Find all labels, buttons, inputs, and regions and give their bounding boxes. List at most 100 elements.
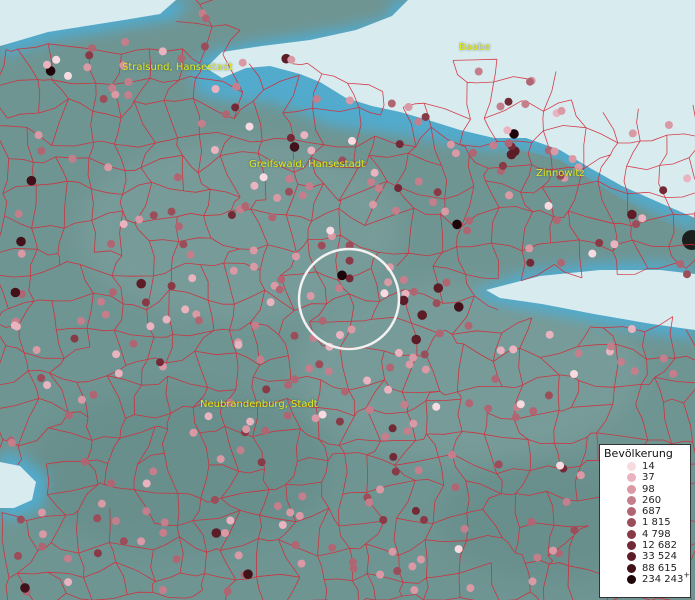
population-dot[interactable] <box>568 155 577 163</box>
population-dot[interactable] <box>142 507 151 516</box>
population-dot[interactable] <box>326 226 335 235</box>
population-dot[interactable] <box>16 515 25 524</box>
population-dot[interactable] <box>395 140 404 149</box>
population-dot[interactable] <box>181 305 190 314</box>
population-dot[interactable] <box>433 188 442 197</box>
population-dot[interactable] <box>227 211 236 219</box>
population-dot[interactable] <box>285 174 294 183</box>
population-dot[interactable] <box>311 414 320 423</box>
population-dot[interactable] <box>222 110 231 119</box>
population-dot[interactable] <box>119 537 128 546</box>
population-dot[interactable] <box>417 310 428 320</box>
population-dot[interactable] <box>111 517 120 525</box>
population-dot[interactable] <box>20 583 30 593</box>
population-dot[interactable] <box>68 154 77 163</box>
population-dot[interactable] <box>312 95 321 103</box>
population-dot[interactable] <box>324 367 333 376</box>
population-dot[interactable] <box>43 381 52 390</box>
population-dot[interactable] <box>167 207 176 216</box>
population-dot[interactable] <box>149 467 158 476</box>
population-dot[interactable] <box>389 452 398 461</box>
population-dot[interactable] <box>285 187 293 196</box>
population-dot[interactable] <box>101 310 110 319</box>
population-dot[interactable] <box>251 321 260 330</box>
population-dot[interactable] <box>318 316 327 325</box>
population-dot[interactable] <box>386 363 395 372</box>
population-dot[interactable] <box>298 492 307 501</box>
population-dot[interactable] <box>588 249 597 258</box>
population-dot[interactable] <box>38 508 46 517</box>
population-dot[interactable] <box>10 287 21 298</box>
population-dot[interactable] <box>261 426 270 435</box>
population-dot[interactable] <box>516 400 525 409</box>
population-dot[interactable] <box>291 541 300 550</box>
population-dot[interactable] <box>545 330 554 339</box>
population-dot[interactable] <box>552 216 561 225</box>
population-dot[interactable] <box>349 564 358 573</box>
population-dot[interactable] <box>441 207 450 216</box>
population-dot[interactable] <box>137 537 146 546</box>
population-dot[interactable] <box>448 450 456 459</box>
population-dot[interactable] <box>411 334 422 345</box>
population-dot[interactable] <box>315 360 324 369</box>
population-dot[interactable] <box>628 129 637 138</box>
population-dot[interactable] <box>159 528 168 537</box>
population-dot[interactable] <box>317 241 326 250</box>
population-dot[interactable] <box>442 278 451 287</box>
population-dot[interactable] <box>273 193 282 202</box>
population-dot[interactable] <box>256 355 265 364</box>
population-dot[interactable] <box>557 106 566 115</box>
population-dot[interactable] <box>87 44 96 53</box>
population-dot[interactable] <box>474 67 483 76</box>
place-label-stralsund[interactable]: Stralsund, Hansestadt <box>122 62 233 73</box>
population-dot[interactable] <box>236 446 245 455</box>
population-dot[interactable] <box>410 586 419 595</box>
population-dot[interactable] <box>398 295 409 306</box>
population-dot[interactable] <box>243 569 253 579</box>
population-dot[interactable] <box>533 553 542 562</box>
population-dot[interactable] <box>550 147 559 156</box>
population-dot[interactable] <box>452 219 462 230</box>
population-dot[interactable] <box>278 521 287 529</box>
population-dot[interactable] <box>348 136 356 145</box>
population-dot[interactable] <box>446 140 455 149</box>
population-dot[interactable] <box>112 350 121 359</box>
population-dot[interactable] <box>420 515 428 524</box>
population-dot[interactable] <box>617 357 625 366</box>
population-dot[interactable] <box>505 191 514 200</box>
place-label-baabe[interactable]: Baabe <box>459 42 491 53</box>
population-dot[interactable] <box>374 184 383 193</box>
place-label-greifswald[interactable]: Greifswald, Hansestadt <box>249 159 365 170</box>
population-dot[interactable] <box>63 554 72 563</box>
population-dot[interactable] <box>124 77 133 86</box>
population-dot[interactable] <box>464 321 473 330</box>
population-dot[interactable] <box>393 567 402 575</box>
map-view[interactable]: Stralsund, Hansestadt Baabe Greifswald, … <box>0 0 695 600</box>
population-dot[interactable] <box>211 85 220 93</box>
population-dot[interactable] <box>632 220 640 229</box>
place-label-neubrandenburg[interactable]: Neubrandenburg, Stadt <box>200 399 318 410</box>
population-dot[interactable] <box>556 461 565 470</box>
population-dot[interactable] <box>26 175 37 186</box>
population-dot[interactable] <box>216 455 225 464</box>
population-dot[interactable] <box>64 411 73 420</box>
population-dot[interactable] <box>460 524 469 533</box>
population-dot[interactable] <box>141 298 150 307</box>
population-dot[interactable] <box>77 316 85 325</box>
population-dot[interactable] <box>250 181 259 190</box>
population-dot[interactable] <box>498 161 507 170</box>
population-dot[interactable] <box>521 100 530 109</box>
population-dot[interactable] <box>305 182 314 191</box>
population-dot[interactable] <box>284 380 293 389</box>
population-dot[interactable] <box>504 139 513 148</box>
population-dot[interactable] <box>298 191 307 200</box>
population-dot[interactable] <box>290 375 299 384</box>
population-dot[interactable] <box>414 177 423 186</box>
population-dot[interactable] <box>32 346 41 354</box>
population-dot[interactable] <box>404 103 413 111</box>
population-dot[interactable] <box>370 168 379 177</box>
population-dot[interactable] <box>172 555 181 564</box>
population-dot[interactable] <box>167 282 176 290</box>
population-dot[interactable] <box>409 353 418 362</box>
population-dot[interactable] <box>160 518 169 527</box>
